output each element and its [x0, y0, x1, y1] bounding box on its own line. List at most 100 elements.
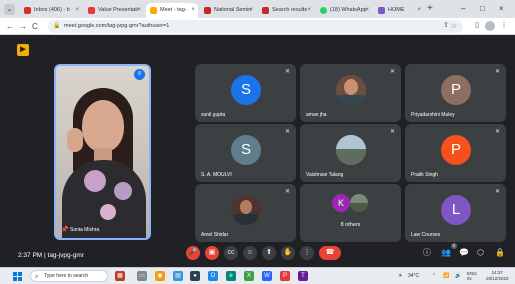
tab-close-icon[interactable]: ×: [417, 3, 421, 18]
app-icon[interactable]: ●: [190, 271, 200, 281]
participant-tile[interactable]: ✕ Amol Shidar: [195, 184, 296, 242]
tab-search-results[interactable]: Search results ×: [258, 3, 314, 18]
mic-off-icon: ✕: [389, 69, 395, 75]
activities-icon[interactable]: ⬡: [477, 248, 484, 258]
present-icon[interactable]: ⬆: [262, 246, 276, 260]
avatar: S: [231, 75, 261, 105]
excel-icon[interactable]: X: [244, 271, 254, 281]
camera-off-icon[interactable]: ▣: [205, 246, 219, 260]
host-controls-icon[interactable]: 🔒: [495, 248, 505, 258]
tab-value-presentation[interactable]: Value Presentati ×: [84, 3, 144, 18]
tab-close-icon[interactable]: ×: [249, 3, 253, 18]
participant-name: Priyadarshini Muley: [411, 112, 455, 118]
weather-temp[interactable]: 34°C: [408, 271, 419, 281]
tab-close-icon[interactable]: ×: [137, 3, 141, 18]
outlook-icon[interactable]: O: [208, 271, 218, 281]
tab-home[interactable]: HOME ×: [374, 3, 424, 18]
tab-inbox[interactable]: Inbox (406) - b ×: [20, 3, 82, 18]
more-icon[interactable]: ⋮: [300, 246, 314, 260]
participant-name: Law Courses: [411, 232, 441, 238]
browser-toolbar: ← → C 🔒 meet.google.com/tag-jvpg-gmr?aut…: [0, 18, 515, 35]
participant-tile[interactable]: ✕ Vaishnavi Talang: [300, 124, 401, 182]
taskbar-search-input[interactable]: ⌕ Type here to search: [30, 270, 108, 282]
mic-off-icon: ✕: [284, 129, 290, 135]
news-icon[interactable]: ▦: [115, 271, 125, 281]
chrome-icon[interactable]: ◉: [155, 271, 165, 281]
avatar-photo: [336, 135, 366, 165]
participant-name: aman jha: [306, 112, 327, 118]
participant-tile[interactable]: ✕ S S. A. MOULVI: [195, 124, 296, 182]
windows-start-icon[interactable]: [13, 272, 22, 281]
participant-tile[interactable]: ✕ L Law Courses: [405, 184, 506, 242]
address-bar[interactable]: 🔒 meet.google.com/tag-jvpg-gmr?authuser=…: [48, 20, 463, 33]
gmail-icon: [24, 7, 31, 14]
avatar-photo: [350, 194, 368, 212]
powerpoint-icon[interactable]: P: [280, 271, 290, 281]
close-window-icon[interactable]: ×: [499, 3, 504, 15]
mic-off-icon: ✕: [494, 69, 500, 75]
network-icon[interactable]: 📶: [443, 271, 449, 281]
lock-icon[interactable]: 🔒: [53, 22, 61, 31]
tab-whatsapp[interactable]: (18) WhatsApp ×: [316, 3, 372, 18]
reload-icon[interactable]: C: [32, 21, 38, 32]
maximize-icon[interactable]: □: [480, 3, 485, 15]
bookmark-star-icon[interactable]: ☆: [451, 20, 457, 33]
file-explorer-icon[interactable]: ▤: [173, 271, 183, 281]
avatar-photo: [231, 195, 261, 225]
info-icon[interactable]: ⓘ: [423, 248, 431, 258]
participant-tile[interactable]: ✕ aman jha: [300, 64, 401, 122]
word-icon[interactable]: W: [262, 271, 272, 281]
forward-icon[interactable]: →: [19, 21, 27, 32]
end-call-icon[interactable]: ☎: [319, 246, 341, 260]
tab-favicon-icon: [378, 7, 385, 14]
task-view-icon[interactable]: ▭: [137, 271, 147, 281]
menu-icon[interactable]: ⋮: [499, 21, 509, 31]
tab-favicon-icon: [204, 7, 211, 14]
windows-taskbar: ⌕ Type here to search ▦ ▭ ◉ ▤ ● O e X W …: [0, 267, 515, 284]
tab-close-icon[interactable]: ×: [365, 3, 369, 18]
captions-icon[interactable]: cc: [224, 246, 238, 260]
minimize-icon[interactable]: –: [461, 3, 465, 15]
tab-meet[interactable]: Meet - tag- ×: [146, 3, 198, 18]
raise-hand-icon[interactable]: ✋: [281, 246, 295, 260]
sidebar-icon[interactable]: ▯: [472, 21, 482, 31]
mic-off-icon: ✕: [494, 189, 500, 195]
profile-icon[interactable]: [485, 21, 495, 31]
self-video-tile[interactable]: ≡ 📌 Sonia Mishra: [54, 64, 151, 240]
participant-tile[interactable]: ✕ P Priyadarshini Muley: [405, 64, 506, 122]
emoji-icon[interactable]: ☺: [243, 246, 257, 260]
chat-icon[interactable]: 💬: [459, 248, 469, 258]
volume-icon[interactable]: 🔊: [455, 271, 461, 281]
tab-label: National Semin: [214, 7, 252, 13]
new-tab-icon[interactable]: +: [427, 3, 433, 15]
participant-count-badge: 9: [451, 243, 457, 249]
participant-name: S. A. MOULVI: [201, 172, 232, 178]
mic-off-icon[interactable]: 🎤: [186, 246, 200, 260]
tab-close-icon[interactable]: ×: [75, 3, 79, 18]
participant-name: Pratik Singh: [411, 172, 438, 178]
participant-tile[interactable]: ✕ S sunil gupta: [195, 64, 296, 122]
mic-off-icon: ✕: [284, 69, 290, 75]
meet-logo-icon: ▶: [17, 44, 29, 56]
pin-icon[interactable]: 📌: [61, 226, 68, 233]
url-text[interactable]: meet.google.com/tag-jvpg-gmr?authuser=1: [64, 20, 169, 33]
tab-close-icon[interactable]: ×: [191, 3, 195, 18]
tab-search-icon[interactable]: ⌄: [4, 4, 15, 15]
participant-tile[interactable]: ✕ P Pratik Singh: [405, 124, 506, 182]
clock[interactable]: 14:37 28/12/2023: [486, 270, 509, 282]
others-tile[interactable]: K 8 others: [300, 184, 401, 242]
mic-off-icon: ✕: [389, 129, 395, 135]
edge-icon[interactable]: e: [226, 271, 236, 281]
avatar: K: [332, 194, 350, 212]
teams-icon[interactable]: T: [298, 271, 308, 281]
share-icon[interactable]: ⇪: [441, 21, 451, 31]
search-placeholder: Type here to search: [44, 273, 89, 279]
tab-close-icon[interactable]: ×: [307, 3, 311, 18]
tray-overflow-icon[interactable]: ⌃: [432, 271, 436, 281]
tab-label: HOME: [388, 7, 405, 13]
people-icon[interactable]: 👥: [441, 248, 451, 258]
tab-national-seminar[interactable]: National Semin ×: [200, 3, 256, 18]
back-icon[interactable]: ←: [6, 21, 14, 32]
language-indicator[interactable]: ENG IN: [467, 271, 477, 281]
weather-icon[interactable]: ☀: [398, 271, 402, 281]
